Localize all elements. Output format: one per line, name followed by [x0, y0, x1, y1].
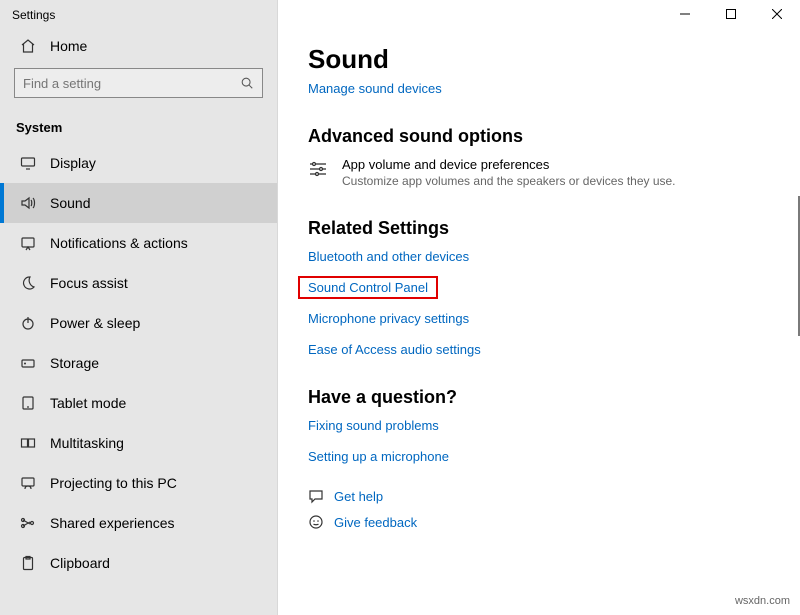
search-icon	[240, 76, 254, 90]
nav-label: Projecting to this PC	[50, 475, 177, 491]
clipboard-icon	[20, 555, 36, 571]
nav-label: Power & sleep	[50, 315, 140, 331]
sidebar: Settings Home System Display Sound Notif…	[0, 0, 278, 615]
page-title: Sound	[308, 44, 790, 75]
moon-icon	[20, 275, 36, 291]
sliders-icon	[308, 159, 328, 179]
nav-label: Focus assist	[50, 275, 128, 291]
nav-list: Display Sound Notifications & actions Fo…	[0, 143, 277, 583]
nav-label: Display	[50, 155, 96, 171]
nav-label: Tablet mode	[50, 395, 126, 411]
home-link[interactable]: Home	[0, 28, 277, 62]
search-box[interactable]	[14, 68, 263, 98]
sound-icon	[20, 195, 36, 211]
nav-item-storage[interactable]: Storage	[0, 343, 277, 383]
window-title: Settings	[0, 0, 277, 28]
nav-label: Clipboard	[50, 555, 110, 571]
related-link-mic-privacy[interactable]: Microphone privacy settings	[308, 311, 790, 326]
nav-item-shared[interactable]: Shared experiences	[0, 503, 277, 543]
related-link-bluetooth[interactable]: Bluetooth and other devices	[308, 249, 790, 264]
related-link-sound-control-panel[interactable]: Sound Control Panel	[302, 280, 434, 295]
storage-icon	[20, 355, 36, 371]
nav-item-notifications[interactable]: Notifications & actions	[0, 223, 277, 263]
shared-icon	[20, 515, 36, 531]
search-input[interactable]	[23, 76, 240, 91]
projecting-icon	[20, 475, 36, 491]
nav-item-tablet[interactable]: Tablet mode	[0, 383, 277, 423]
advanced-heading: Advanced sound options	[308, 126, 790, 147]
app-volume-item[interactable]: App volume and device preferences Custom…	[308, 157, 790, 188]
related-link-ease-of-access[interactable]: Ease of Access audio settings	[308, 342, 790, 357]
adv-title: App volume and device preferences	[342, 157, 676, 172]
tablet-icon	[20, 395, 36, 411]
search-wrap	[0, 62, 277, 106]
nav-item-power[interactable]: Power & sleep	[0, 303, 277, 343]
main-pane: Sound Manage sound devices Advanced soun…	[278, 0, 800, 615]
notification-icon	[20, 235, 36, 251]
nav-label: Sound	[50, 195, 90, 211]
feedback-label: Give feedback	[334, 515, 417, 530]
question-links: Fixing sound problems Setting up a micro…	[308, 418, 790, 464]
home-label: Home	[50, 38, 87, 54]
question-link-fix-sound[interactable]: Fixing sound problems	[308, 418, 790, 433]
give-feedback-link[interactable]: Give feedback	[308, 514, 790, 530]
help-label: Get help	[334, 489, 383, 504]
power-icon	[20, 315, 36, 331]
nav-label: Shared experiences	[50, 515, 175, 531]
nav-item-sound[interactable]: Sound	[0, 183, 277, 223]
feedback-icon	[308, 514, 324, 530]
section-heading: System	[0, 106, 277, 143]
nav-item-projecting[interactable]: Projecting to this PC	[0, 463, 277, 503]
adv-sub: Customize app volumes and the speakers o…	[342, 174, 676, 188]
get-help-link[interactable]: Get help	[308, 488, 790, 504]
related-heading: Related Settings	[308, 218, 790, 239]
nav-item-multitasking[interactable]: Multitasking	[0, 423, 277, 463]
nav-label: Multitasking	[50, 435, 124, 451]
display-icon	[20, 155, 36, 171]
multitasking-icon	[20, 435, 36, 451]
nav-item-focus-assist[interactable]: Focus assist	[0, 263, 277, 303]
chat-icon	[308, 488, 324, 504]
watermark: wsxdn.com	[735, 595, 790, 607]
question-link-mic-setup[interactable]: Setting up a microphone	[308, 449, 790, 464]
nav-label: Storage	[50, 355, 99, 371]
nav-item-clipboard[interactable]: Clipboard	[0, 543, 277, 583]
question-heading: Have a question?	[308, 387, 790, 408]
content-scroll[interactable]: Sound Manage sound devices Advanced soun…	[278, 0, 800, 615]
related-links: Bluetooth and other devices Sound Contro…	[308, 249, 790, 357]
nav-label: Notifications & actions	[50, 235, 188, 251]
home-icon	[20, 38, 36, 54]
manage-sound-devices-link[interactable]: Manage sound devices	[308, 81, 442, 96]
nav-item-display[interactable]: Display	[0, 143, 277, 183]
